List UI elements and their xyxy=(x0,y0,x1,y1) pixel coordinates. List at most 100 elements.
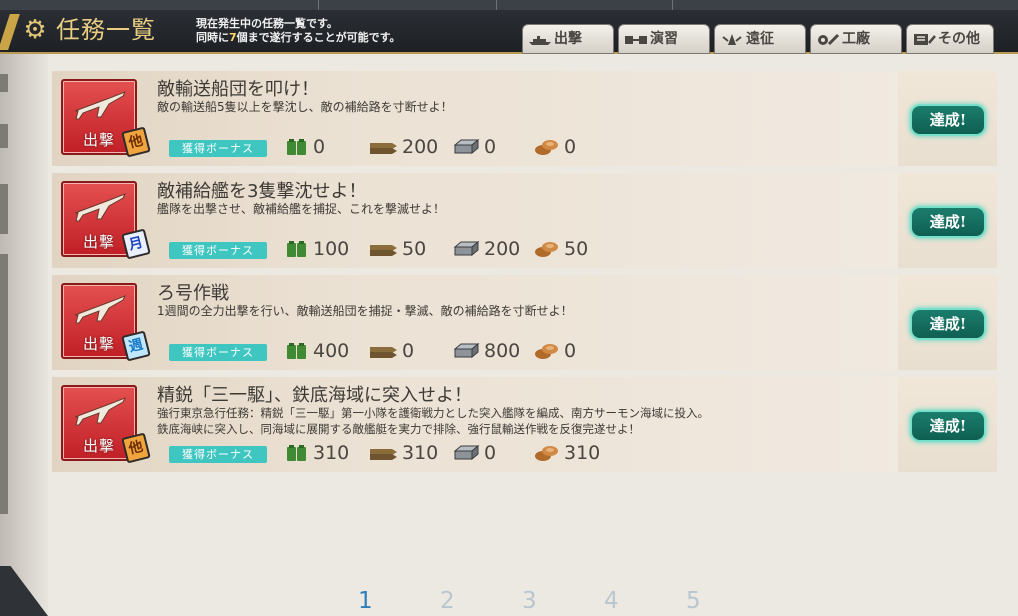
left-frame xyxy=(0,54,48,616)
steel-value: 0 xyxy=(484,136,497,158)
desc-prefix: 同時に xyxy=(196,31,229,44)
quest-status: 達成! xyxy=(898,71,997,166)
achieved-button[interactable]: 達成! xyxy=(910,308,986,340)
battleship-icon xyxy=(529,36,551,45)
expedition-icon xyxy=(722,34,742,45)
quest-title: 敵補給艦を3隻撃沈せよ！ xyxy=(157,181,367,202)
quest-description: 1週間の全力出撃を行い、敵輸送船団を捕捉・撃滅、敵の補給路を寸断せよ！ xyxy=(157,303,917,319)
bauxite-reward: 0 xyxy=(534,135,576,159)
steel-icon xyxy=(453,138,480,155)
achieved-button[interactable]: 達成! xyxy=(910,410,986,442)
bonus-tag: 獲得ボーナス xyxy=(169,446,267,463)
bauxite-value: 0 xyxy=(564,136,577,158)
pagination: 1 2 3 4 5 xyxy=(0,586,1018,616)
steel-value: 200 xyxy=(484,238,521,260)
bonus-tag: 獲得ボーナス xyxy=(169,344,267,361)
ammo-value: 200 xyxy=(402,136,439,158)
desc-line: 敵の輸送船5隻以上を撃沈し、敵の補給路を寸断せよ！ xyxy=(157,100,453,114)
quest-status: 達成! xyxy=(898,377,997,472)
achieved-button[interactable]: 達成! xyxy=(910,206,986,238)
strip-divider xyxy=(496,0,497,10)
steel-reward: 0 xyxy=(452,135,496,159)
strip-divider xyxy=(672,0,673,10)
exercise-icon xyxy=(625,36,647,44)
steel-icon xyxy=(453,444,480,461)
quest-type-badge: 月 xyxy=(121,228,151,260)
tab-exercise[interactable]: 演習 xyxy=(618,24,710,54)
ammo-icon xyxy=(370,143,397,154)
steel-reward: 0 xyxy=(452,441,496,465)
fuel-icon xyxy=(287,445,306,461)
quest-status: 達成! xyxy=(898,173,997,268)
bauxite-icon xyxy=(535,242,558,257)
quest-row[interactable]: 出撃 他 精鋭「三一駆」、鉄底海域に突入せよ！ 強行東京急行任務：精鋭「三一駆」… xyxy=(52,377,997,472)
frame-notch xyxy=(0,74,8,92)
ammo-reward: 50 xyxy=(368,237,426,261)
quest-type-badge: 他 xyxy=(121,432,151,464)
fuel-reward: 0 xyxy=(285,135,325,159)
header-desc-line1: 現在発生中の任務一覧です。 xyxy=(196,17,338,30)
quest-type-badge: 他 xyxy=(121,126,151,158)
fuel-value: 310 xyxy=(313,442,350,464)
desc-line: 鉄底海峡に突入し、同海域に展開する敵艦艇を実力で排除、強行鼠輸送作戦を反復完遂せ… xyxy=(157,422,640,436)
bonus-tag: 獲得ボーナス xyxy=(169,242,267,259)
quest-description: 強行東京急行任務：精鋭「三一駆」第一小隊を護衛戦力とした突入艦隊を編成、南方サー… xyxy=(157,405,917,437)
achieved-button[interactable]: 達成! xyxy=(910,104,986,136)
tab-label: 遠征 xyxy=(746,31,774,47)
desc-line: 艦隊を出撃させ、敵補給艦を捕捉、これを撃滅せよ！ xyxy=(157,202,446,216)
page-2[interactable]: 2 xyxy=(440,586,455,616)
ammo-value: 310 xyxy=(402,442,439,464)
desc-suffix: 個まで遂行することが可能です。 xyxy=(236,31,401,44)
max-quests-count: 7 xyxy=(229,31,237,44)
steel-reward: 200 xyxy=(452,237,520,261)
bauxite-reward: 0 xyxy=(534,339,576,363)
quest-row[interactable]: 出撃 週 ろ号作戦 1週間の全力出撃を行い、敵輸送船団を捕捉・撃滅、敵の補給路を… xyxy=(52,275,997,370)
quest-description: 敵の輸送船5隻以上を撃沈し、敵の補給路を寸断せよ！ xyxy=(157,99,917,115)
page-5[interactable]: 5 xyxy=(686,586,701,616)
quest-row[interactable]: 出撃 月 敵補給艦を3隻撃沈せよ！ 艦隊を出撃させ、敵補給艦を捕捉、これを撃滅せ… xyxy=(52,173,997,268)
tab-arsenal[interactable]: 工廠 xyxy=(810,24,902,54)
header-accent xyxy=(0,14,20,50)
frame-notch xyxy=(0,254,8,514)
steel-value: 800 xyxy=(484,340,521,362)
quest-title: ろ号作戦 xyxy=(157,283,229,304)
fuel-icon xyxy=(287,139,306,155)
quest-title: 敵輸送船団を叩け！ xyxy=(157,79,319,100)
ammo-value: 50 xyxy=(402,238,427,260)
ammo-icon xyxy=(370,347,397,358)
fuel-icon xyxy=(287,241,306,257)
page-title: 任務一覧 xyxy=(56,16,156,44)
tab-label: 工廠 xyxy=(842,31,870,47)
fuel-value: 0 xyxy=(313,136,326,158)
page-4[interactable]: 4 xyxy=(604,586,619,616)
page-1[interactable]: 1 xyxy=(358,586,373,616)
frame-notch xyxy=(0,124,8,148)
tab-label: 出撃 xyxy=(554,31,582,47)
tab-expedition[interactable]: 遠征 xyxy=(714,24,806,54)
fuel-reward: 400 xyxy=(285,339,349,363)
bauxite-icon xyxy=(535,344,558,359)
tab-misc[interactable]: その他 xyxy=(906,24,994,54)
fuel-reward: 100 xyxy=(285,237,349,261)
fuel-value: 400 xyxy=(313,340,350,362)
quest-row[interactable]: 出撃 他 敵輸送船団を叩け！ 敵の輸送船5隻以上を撃沈し、敵の補給路を寸断せよ！… xyxy=(52,71,997,166)
ammo-reward: 0 xyxy=(368,339,414,363)
fuel-reward: 310 xyxy=(285,441,349,465)
bauxite-reward: 50 xyxy=(534,237,588,261)
plane-icon xyxy=(74,193,127,222)
header-desc-line2: 同時に7個まで遂行することが可能です。 xyxy=(196,31,401,45)
steel-value: 0 xyxy=(484,442,497,464)
ammo-icon xyxy=(370,245,397,256)
arsenal-icon xyxy=(818,33,840,46)
page-3[interactable]: 3 xyxy=(522,586,537,616)
fuel-value: 100 xyxy=(313,238,350,260)
tab-sortie[interactable]: 出撃 xyxy=(522,24,614,54)
ammo-reward: 310 xyxy=(368,441,438,465)
tab-label: 演習 xyxy=(650,31,678,47)
quest-list-header: ⚙ 任務一覧 現在発生中の任務一覧です。 同時に7個まで遂行することが可能です。… xyxy=(0,10,1018,54)
fuel-icon xyxy=(287,343,306,359)
plane-icon xyxy=(74,91,127,120)
plane-icon xyxy=(74,295,127,324)
bauxite-value: 50 xyxy=(564,238,589,260)
ammo-icon xyxy=(370,449,397,460)
